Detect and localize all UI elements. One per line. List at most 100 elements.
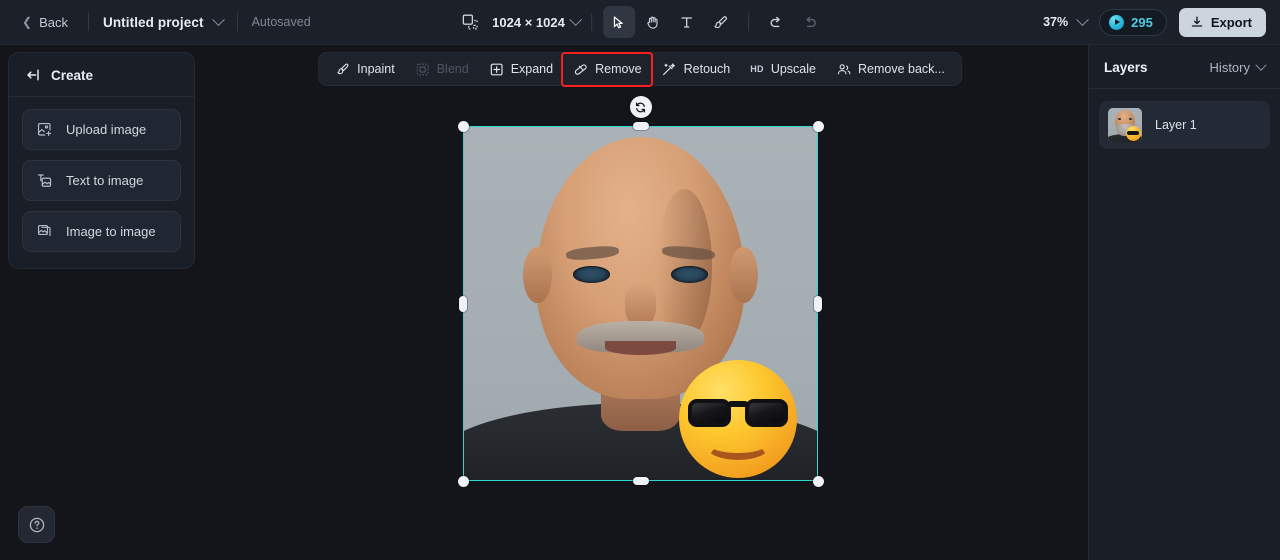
top-toolbar: ❮ Back Untitled project Autosaved 1024 ×… — [0, 0, 1280, 45]
sidebar-item-label: Image to image — [66, 224, 156, 239]
edit-tool-label: Remove back... — [857, 62, 945, 76]
edit-tool-label: Expand — [510, 62, 554, 76]
rotate-icon — [635, 102, 646, 112]
photo-mouth — [605, 340, 676, 355]
edit-tool-remove-background[interactable]: Remove back... — [826, 56, 955, 83]
remove-eraser-icon — [573, 62, 588, 77]
edit-tool-blend[interactable]: Blend — [405, 56, 479, 83]
chevron-down-icon[interactable] — [568, 12, 582, 26]
text-tool[interactable] — [671, 6, 703, 38]
emoji-smile — [706, 432, 770, 461]
rotate-handle[interactable] — [629, 96, 652, 118]
top-toolbar-right: 37% 295 Export — [1043, 7, 1266, 37]
divider — [87, 13, 89, 31]
canvas-selection[interactable] — [457, 96, 824, 487]
text-to-image-icon — [36, 172, 53, 189]
canvas-resize-icon[interactable] — [454, 6, 486, 38]
photo-ear-left — [523, 246, 552, 304]
edit-toolbar: Inpaint Blend Expand Remove Retouch HD U… — [318, 52, 962, 86]
sunglasses-emoji-sticker[interactable] — [679, 360, 797, 478]
layer-thumbnail — [1108, 108, 1142, 142]
create-sidebar: Create Upload image Text to image Image … — [8, 52, 195, 269]
edit-tool-upscale[interactable]: HD Upscale — [740, 56, 826, 83]
divider — [747, 13, 749, 31]
resize-handle-left[interactable] — [459, 295, 467, 312]
redo-button[interactable] — [794, 6, 826, 38]
undo-button[interactable] — [760, 6, 792, 38]
edit-tool-label: Remove — [595, 62, 642, 76]
emoji-lens-right — [744, 398, 788, 428]
sidebar-item-upload-image[interactable]: Upload image — [22, 109, 181, 150]
app-root: ❮ Back Untitled project Autosaved 1024 ×… — [0, 0, 1280, 560]
edit-tool-remove[interactable]: Remove — [563, 56, 652, 83]
chevron-left-icon: ❮ — [22, 15, 33, 29]
brush-tool[interactable] — [705, 6, 737, 38]
help-button[interactable] — [18, 506, 55, 543]
export-button-label: Export — [1210, 14, 1252, 30]
layers-panel-title: Layers — [1104, 60, 1148, 75]
history-tab-label: History — [1209, 60, 1250, 75]
layer-item[interactable]: Layer 1 — [1099, 101, 1270, 149]
retouch-wand-icon — [662, 62, 677, 77]
credits-pill[interactable]: 295 — [1099, 8, 1167, 36]
back-button-label: Back — [39, 14, 68, 30]
layers-panel: Layers History Layer 1 — [1088, 45, 1280, 560]
edit-tool-expand[interactable]: Expand — [479, 56, 563, 83]
emoji-lens-left — [688, 398, 732, 428]
layers-panel-header: Layers History — [1089, 45, 1280, 89]
sidebar-item-label: Text to image — [66, 173, 144, 188]
export-button[interactable]: Export — [1178, 7, 1266, 37]
hd-upscale-icon: HD — [750, 64, 764, 74]
zoom-control[interactable]: 37% — [1043, 12, 1089, 29]
sidebar-items: Upload image Text to image Image to imag… — [9, 97, 194, 268]
collapse-panel-icon[interactable] — [25, 67, 41, 83]
help-question-icon — [29, 517, 44, 532]
edit-tool-label: Inpaint — [357, 62, 395, 76]
edit-tool-label: Retouch — [683, 62, 731, 76]
image-to-image-icon — [36, 223, 53, 240]
chevron-down-icon[interactable] — [211, 12, 225, 26]
edit-tool-retouch[interactable]: Retouch — [652, 56, 741, 83]
remove-background-icon — [836, 62, 851, 77]
autosaved-status: Autosaved — [251, 15, 311, 29]
divider — [590, 13, 592, 31]
edit-tool-label: Upscale — [770, 62, 816, 76]
top-toolbar-left: ❮ Back Untitled project Autosaved — [0, 11, 311, 34]
back-button[interactable]: ❮ Back — [16, 11, 74, 34]
resize-handle-right[interactable] — [814, 295, 822, 312]
photo-eye-left — [573, 266, 611, 283]
project-name[interactable]: Untitled project — [103, 15, 204, 30]
chevron-down-icon[interactable] — [1076, 12, 1089, 26]
cursor-select-tool[interactable] — [602, 6, 635, 38]
sidebar-item-label: Upload image — [66, 122, 147, 137]
credits-value: 295 — [1131, 14, 1153, 30]
resize-handle-bottom-right[interactable] — [812, 475, 824, 487]
history-tab[interactable]: History — [1209, 59, 1267, 75]
upload-image-icon — [36, 121, 53, 138]
sidebar-title: Create — [51, 67, 94, 83]
hand-pan-tool[interactable] — [637, 6, 669, 38]
chevron-down-icon — [1255, 59, 1267, 71]
resize-handle-top-left[interactable] — [457, 120, 469, 132]
resize-handle-top-right[interactable] — [812, 120, 824, 132]
zoom-level-value: 37% — [1043, 15, 1069, 29]
edit-tool-inpaint[interactable]: Inpaint — [325, 56, 405, 83]
photo-ear-right — [729, 246, 758, 304]
divider — [236, 13, 238, 31]
edit-tool-label: Blend — [436, 62, 469, 76]
sidebar-item-image-to-image[interactable]: Image to image — [22, 211, 181, 252]
layers-list: Layer 1 — [1089, 89, 1280, 161]
resize-handle-bottom-left[interactable] — [457, 475, 469, 487]
sidebar-header: Create — [9, 53, 194, 97]
canvas-size-value[interactable]: 1024 × 1024 — [492, 15, 565, 30]
credit-coin-icon — [1109, 14, 1125, 30]
resize-handle-top[interactable] — [632, 122, 649, 130]
expand-icon — [489, 62, 504, 77]
sidebar-item-text-to-image[interactable]: Text to image — [22, 160, 181, 201]
inpaint-brush-icon — [335, 62, 350, 77]
download-icon — [1191, 16, 1203, 27]
emoji-sunglasses — [688, 398, 788, 428]
layer-image-portrait[interactable] — [463, 126, 818, 481]
resize-handle-bottom[interactable] — [632, 477, 649, 485]
emoji-glasses-bridge — [728, 401, 748, 408]
